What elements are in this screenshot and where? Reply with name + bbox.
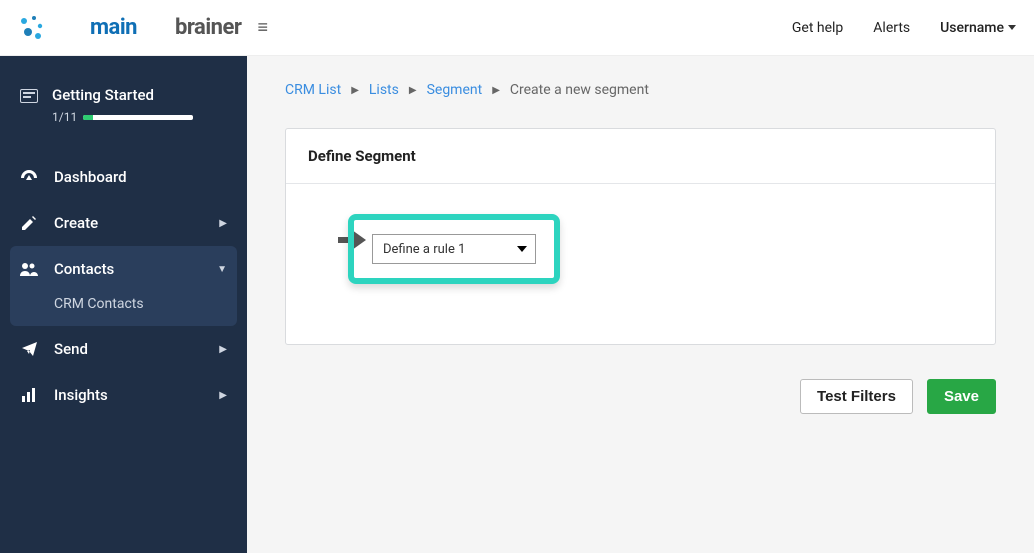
dropdown-value: Define a rule 1	[383, 242, 465, 257]
username-label: Username	[940, 20, 1004, 36]
chevron-right-icon: ▶	[219, 344, 227, 355]
main-content: CRM List ▶ Lists ▶ Segment ▶ Create a ne…	[247, 56, 1034, 553]
card-title: Define Segment	[286, 129, 995, 184]
getting-started-label: Getting Started	[52, 86, 193, 104]
menu-toggle-icon[interactable]: ≡	[257, 17, 268, 38]
bar-chart-icon	[20, 388, 38, 402]
sidebar-item-label: Send	[54, 340, 88, 358]
sidebar-getting-started[interactable]: Getting Started 1/11	[0, 86, 247, 154]
chevron-right-icon: ▶	[351, 85, 359, 96]
users-icon	[20, 262, 38, 276]
logo-icon	[18, 14, 46, 42]
top-actions: Get help Alerts Username	[792, 20, 1016, 36]
sidebar-item-contacts[interactable]: Contacts ▼	[10, 246, 237, 292]
get-help-link[interactable]: Get help	[792, 20, 843, 36]
save-button[interactable]: Save	[927, 379, 996, 414]
gauge-icon	[20, 170, 38, 184]
sidebar-item-send[interactable]: Send ▶	[0, 326, 247, 372]
breadcrumb-lists[interactable]: Lists	[369, 82, 399, 98]
logo-text: mainbrainer	[52, 15, 241, 40]
pencil-icon	[20, 216, 38, 230]
sidebar-item-contacts-block: Contacts ▼ CRM Contacts	[10, 246, 237, 326]
chevron-right-icon: ▶	[219, 390, 227, 401]
getting-started-progress-text: 1/11	[52, 110, 77, 124]
chevron-down-icon	[517, 246, 527, 252]
progress-bar	[83, 115, 193, 120]
breadcrumb-crm-list[interactable]: CRM List	[285, 82, 341, 98]
sidebar-item-label: Dashboard	[54, 168, 127, 186]
define-rule-dropdown[interactable]: Define a rule 1	[372, 234, 536, 264]
chevron-down-icon: ▼	[217, 264, 227, 275]
breadcrumb-segment[interactable]: Segment	[427, 82, 483, 98]
chevron-right-icon: ▶	[219, 218, 227, 229]
sidebar-item-insights[interactable]: Insights ▶	[0, 372, 247, 418]
breadcrumb: CRM List ▶ Lists ▶ Segment ▶ Create a ne…	[285, 82, 996, 98]
paper-plane-icon	[20, 342, 38, 356]
breadcrumb-current: Create a new segment	[510, 82, 649, 98]
sidebar-item-dashboard[interactable]: Dashboard	[0, 154, 247, 200]
sidebar-item-label: Insights	[54, 386, 108, 404]
sidebar-item-label: Create	[54, 214, 98, 232]
sidebar: Getting Started 1/11 Dashboard Create ▶	[0, 56, 247, 553]
logo[interactable]: mainbrainer	[18, 14, 241, 42]
highlight-box: Define a rule 1	[348, 214, 560, 284]
chevron-right-icon: ▶	[492, 85, 500, 96]
username-dropdown[interactable]: Username	[940, 20, 1016, 36]
sidebar-item-create[interactable]: Create ▶	[0, 200, 247, 246]
chevron-right-icon: ▶	[409, 85, 417, 96]
test-filters-button[interactable]: Test Filters	[800, 379, 913, 414]
topbar: mainbrainer ≡ Get help Alerts Username	[0, 0, 1034, 56]
sidebar-item-label: Contacts	[54, 260, 114, 278]
chevron-down-icon	[1008, 25, 1016, 30]
define-segment-card: Define Segment Define a rule 1	[285, 128, 996, 345]
checklist-icon	[20, 89, 38, 103]
sidebar-nav: Dashboard Create ▶ Contacts ▼ CRM Contac…	[0, 154, 247, 418]
action-buttons: Test Filters Save	[285, 379, 996, 414]
sidebar-subitem-crm-contacts[interactable]: CRM Contacts	[10, 292, 237, 326]
alerts-link[interactable]: Alerts	[873, 20, 910, 36]
